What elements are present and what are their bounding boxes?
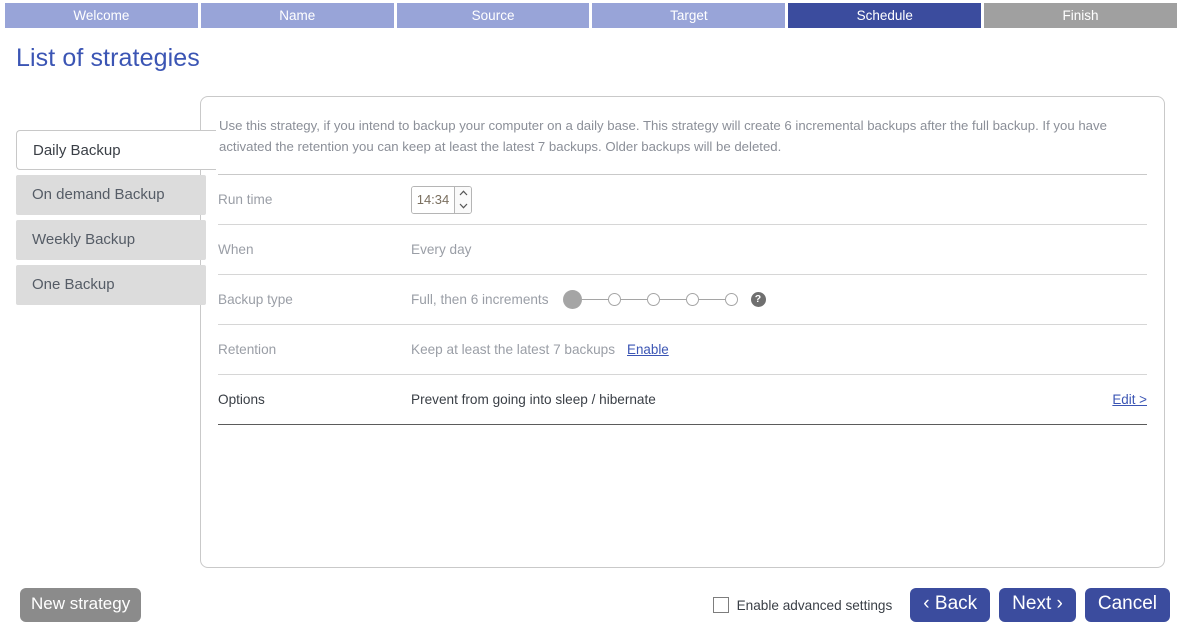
run-time-spinner-buttons — [454, 186, 471, 213]
row-run-time: Run time — [218, 174, 1147, 224]
new-strategy-button[interactable]: New strategy — [20, 588, 142, 622]
strategy-item-daily-backup[interactable]: Daily Backup — [16, 130, 216, 170]
back-button[interactable]: ‹ Back — [910, 588, 991, 622]
run-time-input[interactable] — [412, 186, 454, 213]
retention-value: Keep at least the latest 7 backups — [411, 342, 616, 357]
backup-type-label: Backup type — [218, 292, 293, 307]
wizard-tab-label: Schedule — [856, 8, 913, 23]
enable-advanced-settings-checkbox[interactable]: Enable advanced settings — [712, 597, 893, 613]
options-value: Prevent from going into sleep / hibernat… — [411, 392, 656, 407]
options-edit-link[interactable]: Edit > — [1112, 392, 1147, 407]
wizard-tab-finish[interactable]: Finish — [984, 3, 1177, 28]
row-options: Options Prevent from going into sleep / … — [218, 374, 1147, 425]
slider-knob[interactable] — [562, 290, 582, 309]
slider-track — [581, 299, 608, 300]
retention-label: Retention — [218, 342, 277, 357]
wizard-tab-name[interactable]: Name — [200, 3, 394, 28]
strategy-settings-list: Run time When Every day Backup type — [218, 174, 1147, 425]
chevron-down-icon[interactable] — [455, 200, 471, 213]
strategy-item-weekly-backup[interactable]: Weekly Backup — [16, 220, 206, 260]
wizard-tab-target[interactable]: Target — [592, 3, 786, 28]
next-button[interactable]: Next › — [999, 588, 1076, 622]
retention-enable-link[interactable]: Enable — [627, 342, 669, 357]
strategy-item-label: Weekly Backup — [32, 231, 136, 248]
row-retention: Retention Keep at least the latest 7 bac… — [218, 324, 1147, 374]
strategy-item-on-demand-backup[interactable]: On demand Backup — [16, 175, 206, 215]
slider-track — [659, 299, 686, 300]
backup-type-value: Full, then 6 increments — [411, 292, 549, 307]
strategy-item-label: On demand Backup — [32, 186, 165, 203]
row-when: When Every day — [218, 224, 1147, 274]
slider-track — [698, 299, 725, 300]
slider-step-4[interactable] — [685, 293, 699, 306]
run-time-spinner[interactable] — [411, 185, 472, 214]
wizard-tab-label: Name — [279, 8, 316, 23]
wizard-tab-label: Source — [471, 8, 515, 23]
footer-actions: Enable advanced settings ‹ Back Next › C… — [712, 588, 1170, 622]
row-backup-type: Backup type Full, then 6 increments ? — [218, 274, 1147, 324]
wizard-step-tabs: Welcome Name Source Target Schedule Fini… — [0, 0, 1182, 28]
strategy-detail-panel: Use this strategy, if you intend to back… — [200, 96, 1165, 568]
wizard-tab-welcome[interactable]: Welcome — [5, 3, 198, 28]
strategy-item-label: Daily Backup — [33, 142, 121, 159]
chevron-up-icon[interactable] — [455, 187, 471, 200]
wizard-tab-source[interactable]: Source — [396, 3, 590, 28]
slider-step-5[interactable] — [724, 293, 738, 306]
wizard-tab-label: Target — [670, 8, 708, 23]
wizard-tab-label: Welcome — [73, 8, 130, 23]
question-mark-icon[interactable]: ? — [750, 292, 766, 307]
slider-track — [620, 299, 647, 300]
when-label: When — [218, 242, 254, 257]
page-title: List of strategies — [16, 44, 200, 72]
run-time-label: Run time — [218, 192, 273, 207]
strategy-list: Daily Backup On demand Backup Weekly Bac… — [16, 130, 216, 310]
strategy-item-one-backup[interactable]: One Backup — [16, 265, 206, 305]
strategy-item-label: One Backup — [32, 276, 115, 293]
slider-step-2[interactable] — [607, 293, 621, 306]
when-value: Every day — [411, 242, 472, 257]
wizard-tab-label: Finish — [1062, 8, 1099, 23]
cancel-button[interactable]: Cancel — [1084, 588, 1170, 622]
options-label: Options — [218, 392, 265, 407]
wizard-tab-schedule[interactable]: Schedule — [788, 3, 982, 28]
strategy-description: Use this strategy, if you intend to back… — [219, 118, 1107, 154]
checkbox-box-icon[interactable] — [712, 597, 729, 613]
enable-advanced-settings-label: Enable advanced settings — [736, 597, 893, 613]
backup-type-slider[interactable] — [562, 290, 738, 309]
slider-step-3[interactable] — [646, 293, 660, 306]
